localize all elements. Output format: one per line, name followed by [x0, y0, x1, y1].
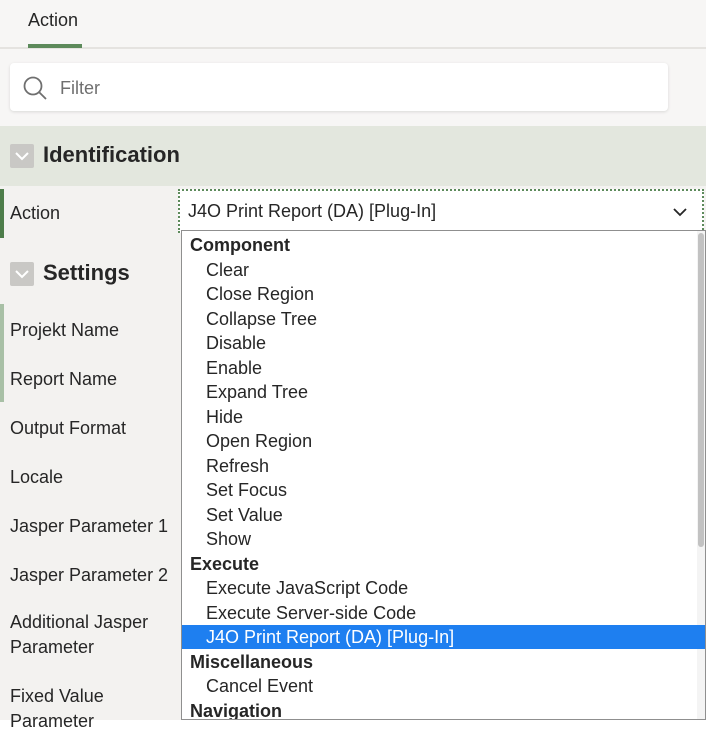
dropdown-option[interactable]: Set Value — [182, 503, 705, 527]
dropdown-option[interactable]: Cancel Event — [182, 674, 705, 698]
dropdown-option[interactable]: Close Region — [182, 282, 705, 306]
section-title: Identification — [43, 142, 180, 167]
section-identification[interactable]: Identification — [0, 126, 706, 186]
action-dropdown-list[interactable]: Component Clear Close Region Collapse Tree D… — [181, 230, 706, 720]
dropdown-group-header: Miscellaneous — [190, 651, 314, 672]
action-select-value: J4O Print Report (DA) [Plug-In] — [188, 201, 437, 221]
dropdown-option[interactable]: Disable — [182, 331, 705, 355]
collapse-settings-button[interactable] — [10, 262, 34, 286]
action-select[interactable]: J4O Print Report (DA) [Plug-In] — [178, 189, 704, 233]
dropdown-option[interactable]: Refresh — [182, 454, 705, 478]
dropdown-option[interactable]: Clear — [182, 258, 705, 282]
filter-bar — [0, 49, 706, 126]
property-label: Output Format — [10, 418, 127, 438]
property-label: Locale — [10, 467, 64, 487]
dropdown-option[interactable]: Show — [182, 527, 705, 551]
tab-active-indicator — [28, 44, 82, 48]
property-label: Additional Jasper — [10, 612, 149, 632]
property-label: Fixed Value — [10, 686, 104, 706]
dropdown-group-header: Execute — [190, 553, 260, 574]
dropdown-option[interactable]: Hide — [182, 405, 705, 429]
property-label: Action — [10, 203, 61, 223]
row-indicator — [0, 353, 4, 402]
dropdown-option[interactable]: Set Focus — [182, 478, 705, 502]
property-row-jasper-parameter-1[interactable]: Jasper Parameter 1 — [0, 500, 180, 549]
property-row-output-format[interactable]: Output Format — [0, 402, 180, 451]
tab-action[interactable]: Action — [28, 10, 78, 31]
property-label: Report Name — [10, 369, 118, 389]
dropdown-option[interactable]: Expand Tree — [182, 380, 705, 404]
property-label: Projekt Name — [10, 320, 120, 340]
property-row-fixed-value-parameter[interactable]: Fixed Value Parameter — [0, 672, 180, 732]
property-row-jasper-parameter-2[interactable]: Jasper Parameter 2 — [0, 549, 180, 598]
search-icon — [22, 75, 48, 101]
dropdown-option[interactable]: Collapse Tree — [182, 307, 705, 331]
dropdown-option[interactable]: J4O Print Report (DA) [Plug-In] — [182, 625, 705, 649]
collapse-identification-button[interactable] — [10, 144, 34, 168]
filter-box — [10, 63, 668, 111]
dropdown-option[interactable]: Enable — [182, 356, 705, 380]
property-label: Parameter — [10, 711, 95, 731]
row-indicator — [0, 189, 4, 238]
dropdown-option[interactable]: Execute Server-side Code — [182, 601, 705, 625]
property-label: Parameter — [10, 637, 95, 657]
property-row-report-name[interactable]: Report Name — [0, 353, 180, 402]
property-row-projekt-name[interactable]: Projekt Name — [0, 304, 180, 353]
filter-input[interactable] — [58, 73, 652, 103]
chevron-down-icon — [672, 205, 688, 223]
property-row-additional-jasper-parameter[interactable]: Additional Jasper Parameter — [0, 598, 180, 658]
tab-bar: Action — [0, 0, 706, 49]
property-row-locale[interactable]: Locale — [0, 451, 180, 500]
section-title: Settings — [43, 260, 130, 285]
property-label: Jasper Parameter 2 — [10, 565, 169, 585]
dropdown-option[interactable]: Execute JavaScript Code — [182, 576, 705, 600]
dropdown-group-header: Navigation — [190, 700, 283, 720]
property-row-action: Action — [0, 189, 180, 238]
property-label: Jasper Parameter 1 — [10, 516, 169, 536]
dropdown-group-header: Component — [190, 235, 290, 255]
dropdown-option[interactable]: Open Region — [182, 429, 705, 453]
row-indicator — [0, 304, 4, 353]
